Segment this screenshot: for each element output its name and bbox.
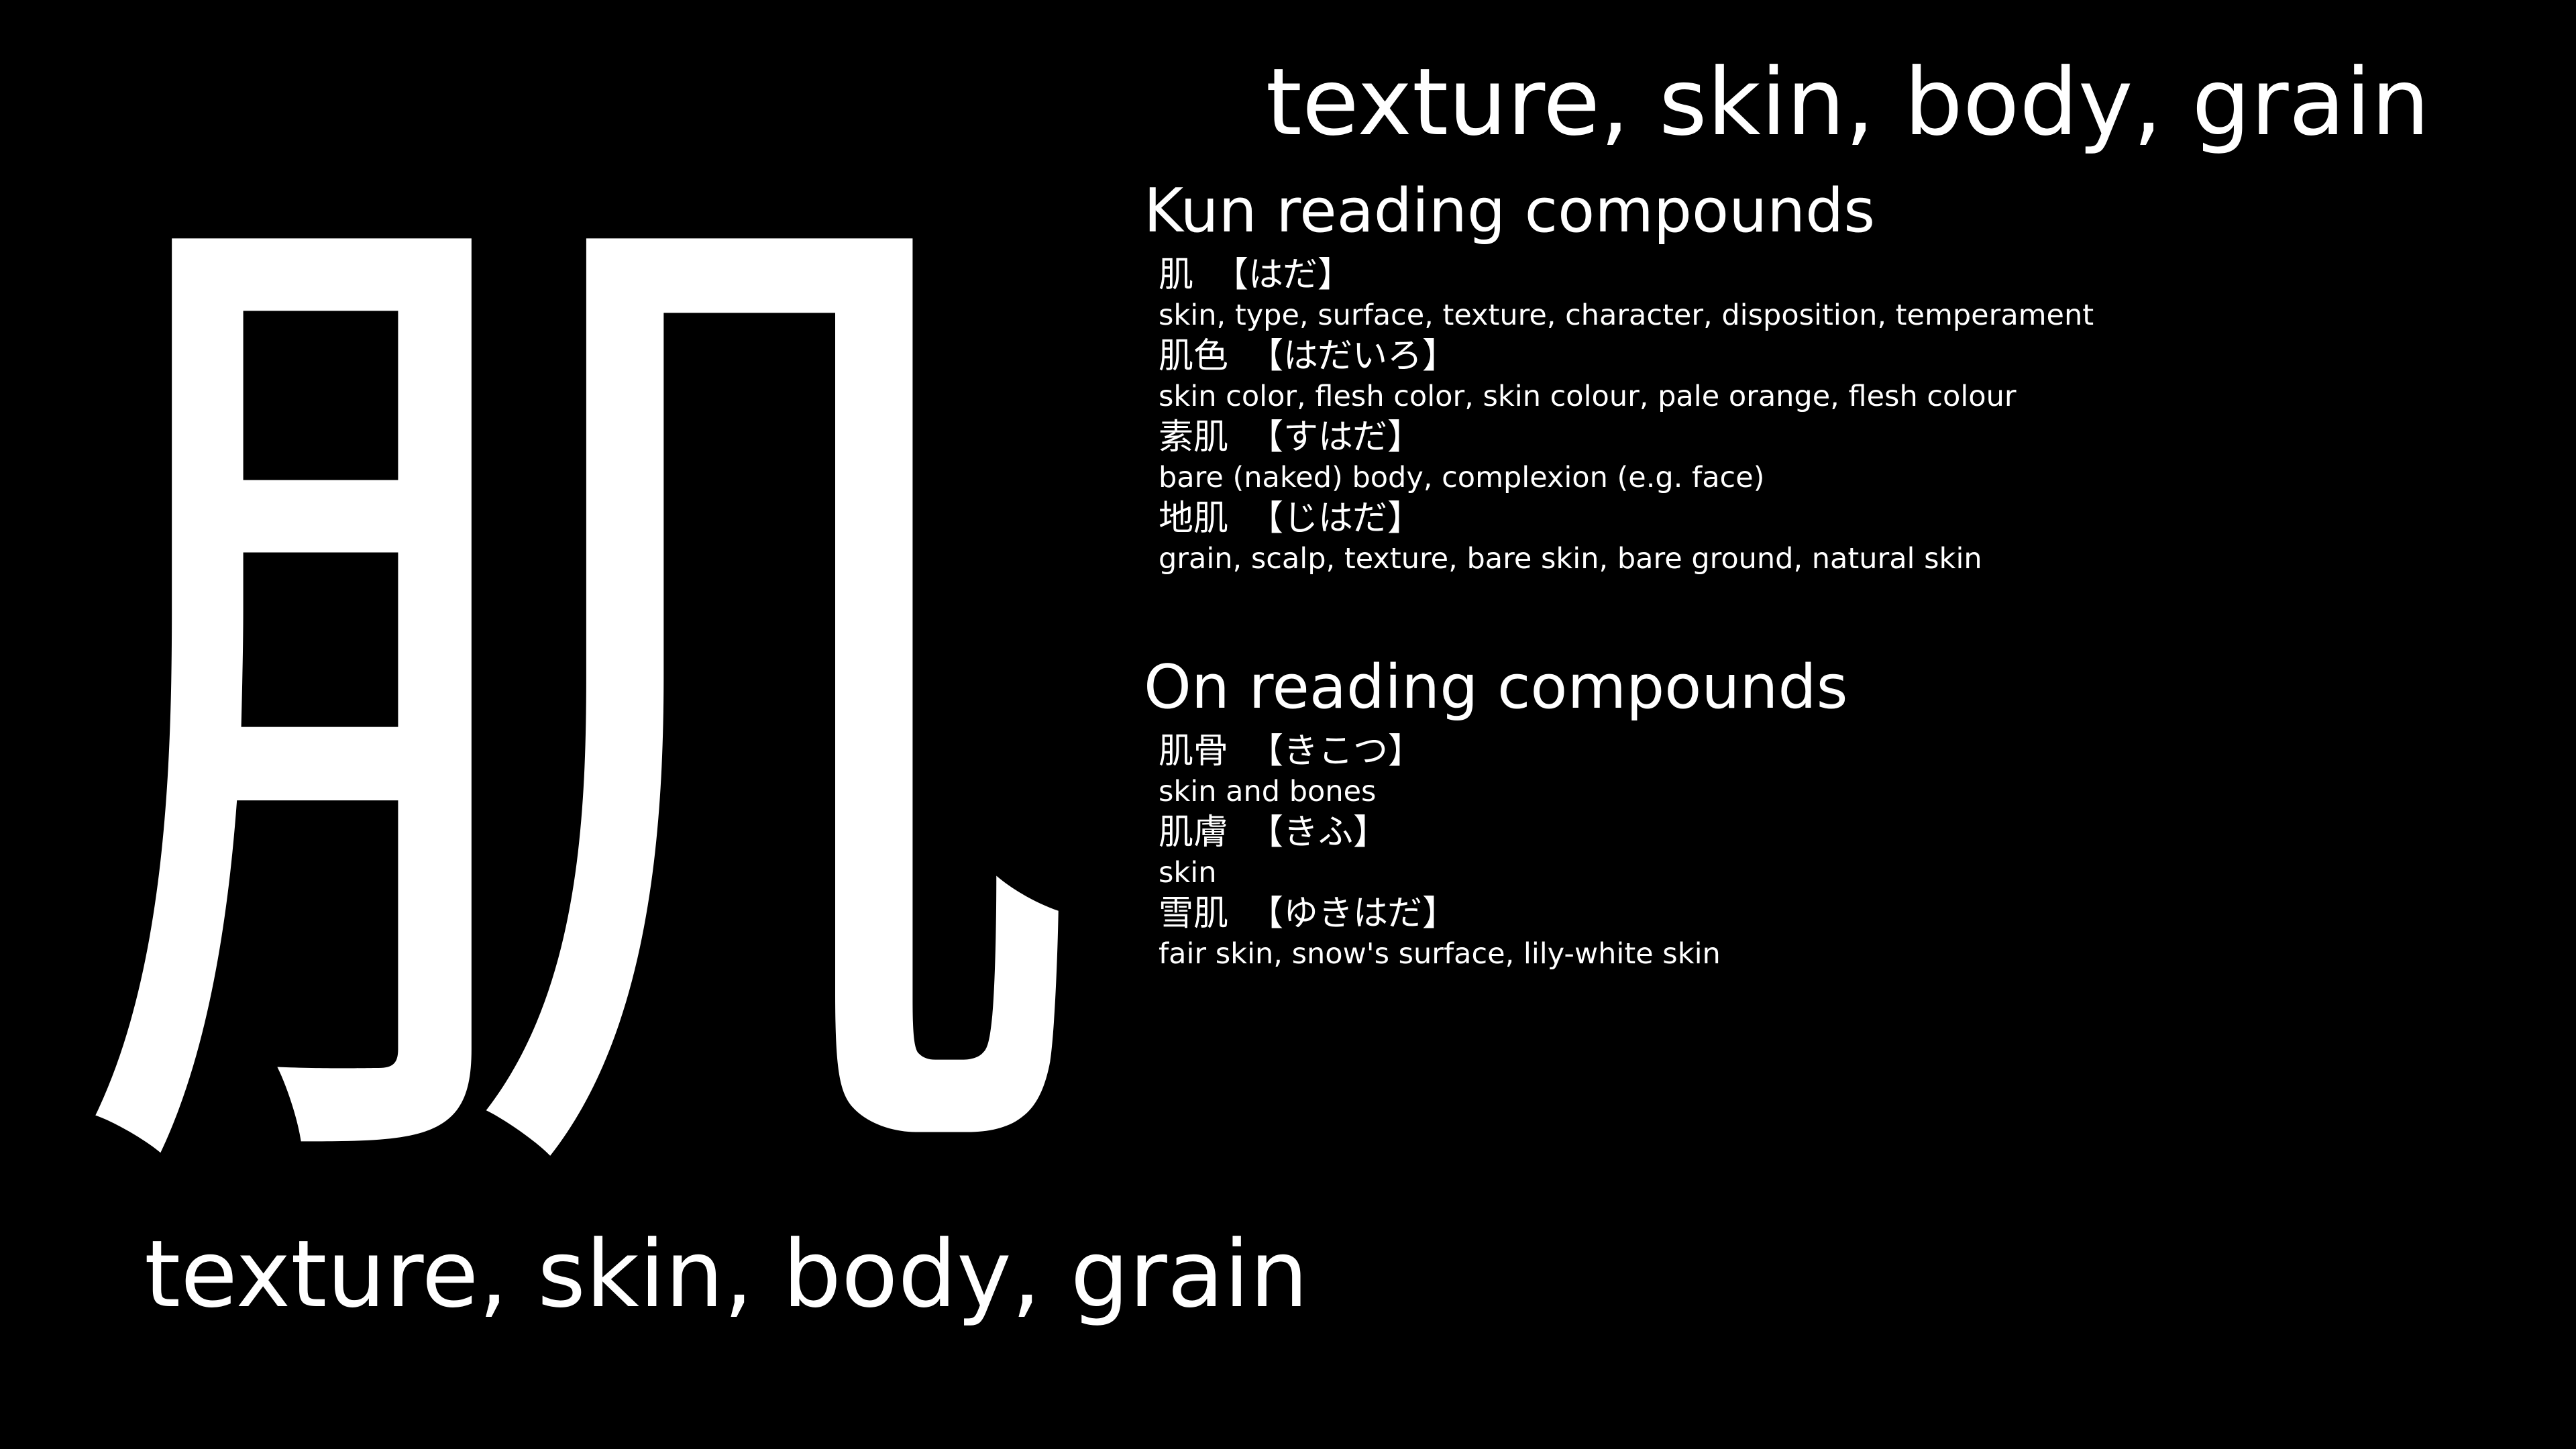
on-section-title: On reading compounds [1144,652,1848,722]
compound-word-line: 肌【はだ】 [1159,252,2519,299]
kun-compound-item: 素肌 【すはだ】 bare (naked) body, complexion (e… [1159,414,2519,495]
kun-reading-section: Kun reading compounds 肌【はだ】 skin, type, … [1144,171,2519,576]
kun-compound-item: 地肌 【じはだ】 grain, scalp, texture, bare skin… [1159,495,2519,576]
compound-word-line: 肌膚 【きふ】 [1159,809,2519,856]
kanji-character: 肌 [60,110,1093,1312]
compound-word: 肌色 [1159,336,1229,376]
meaning-heading: texture, skin, body, grain [1265,48,2430,156]
compound-reading: 【きふ】 [1248,812,1389,853]
compound-word: 素肌 [1159,417,1229,458]
compound-word-line: 肌色 【はだいろ】 [1159,333,2519,380]
on-compound-item: 雪肌 【ゆきはだ】 fair skin, snow's surface, lily… [1159,890,2519,971]
compound-gloss: skin [1159,856,1217,890]
compound-word: 肌 [1159,255,1194,295]
meaning-caption: texture, skin, body, grain [144,1220,1309,1328]
compound-word-line: 地肌 【じはだ】 [1159,495,2519,542]
compound-word: 肌膚 [1159,812,1229,853]
kun-compound-item: 肌色 【はだいろ】 skin color, flesh color, skin c… [1159,333,2519,414]
compound-gloss: skin color, flesh color, skin colour, pa… [1159,380,2017,413]
on-reading-section: On reading compounds 肌骨 【きこつ】 skin and bo… [1144,647,2519,971]
compound-gloss: grain, scalp, texture, bare skin, bare g… [1159,542,1982,576]
compound-reading: 【じはだ】 [1248,498,1422,539]
compound-reading: 【ゆきはだ】 [1248,894,1457,934]
compound-reading: 【はだいろ】 [1248,336,1457,376]
on-compound-item: 肌骨 【きこつ】 skin and bones [1159,728,2519,809]
kun-section-title: Kun reading compounds [1144,176,1876,246]
compound-reading: 【すはだ】 [1248,417,1422,458]
compound-word: 地肌 [1159,498,1229,539]
compound-word: 雪肌 [1159,894,1229,934]
compound-gloss: skin and bones [1159,775,1377,808]
kun-compound-item: 肌【はだ】 skin, type, surface, texture, char… [1159,252,2519,333]
compound-gloss: fair skin, snow's surface, lily-white sk… [1159,937,1721,971]
compound-word-line: 雪肌 【ゆきはだ】 [1159,890,2519,937]
compound-reading: 【はだ】 [1214,255,1352,295]
compound-gloss: skin, type, surface, texture, character,… [1159,299,2094,332]
compound-reading: 【きこつ】 [1248,731,1424,771]
compound-word-line: 素肌 【すはだ】 [1159,414,2519,461]
compound-gloss: bare (naked) body, complexion (e.g. face… [1159,461,1765,494]
compound-word-line: 肌骨 【きこつ】 [1159,728,2519,775]
on-compound-item: 肌膚 【きふ】 skin [1159,809,2519,890]
compound-word: 肌骨 [1159,731,1229,771]
